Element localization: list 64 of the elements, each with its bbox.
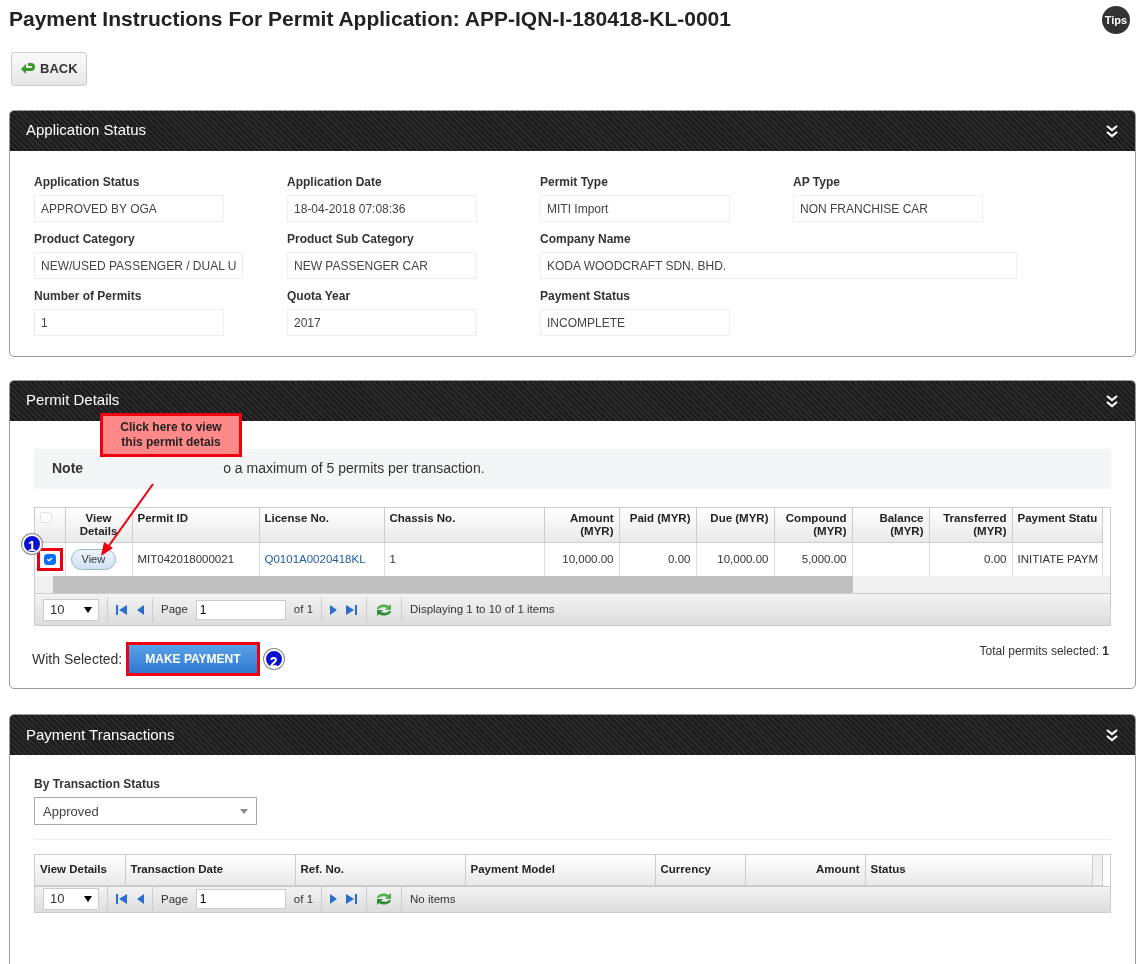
field-value: 18-04-2018 07:08:36 xyxy=(287,194,477,222)
field-value: NON FRANCHISE CAR xyxy=(793,194,983,222)
column-header: Payment Statu xyxy=(1017,511,1098,524)
column-header: Currency xyxy=(655,855,745,886)
page-input[interactable]: 1 xyxy=(195,599,286,620)
page-size-select[interactable]: 10 xyxy=(43,598,99,621)
column-header: Ref. No. xyxy=(295,855,465,886)
field-value: NEW/USED PASSENGER / DUAL U xyxy=(34,251,244,279)
note-label: Note xyxy=(52,459,84,478)
column-header: View Details xyxy=(35,855,125,886)
note-text: o a maximum of 5 permits per transaction. xyxy=(223,459,485,478)
panel-title: Permit Details xyxy=(26,390,120,411)
column-header: Payment Model xyxy=(465,855,655,886)
page-label: Page xyxy=(161,602,188,618)
pager-info: No items xyxy=(410,891,456,907)
column-header: Paid (MYR) xyxy=(629,511,691,524)
page-input[interactable]: 1 xyxy=(195,889,286,910)
field-label: Quota Year xyxy=(287,287,352,305)
step-marker: 2 xyxy=(263,649,284,670)
column-header: View Details xyxy=(79,511,118,537)
column-header: Chassis No. xyxy=(389,511,456,524)
field-value: MITI Import xyxy=(540,194,730,222)
field-label: Payment Status xyxy=(540,287,632,305)
column-header: Balance (MYR) xyxy=(879,511,924,537)
column-header: Transferred (MYR) xyxy=(943,511,1007,537)
pager-info: Displaying 1 to 10 of 1 items xyxy=(410,602,555,618)
column-header: Permit ID xyxy=(137,511,188,524)
field-label: AP Type xyxy=(793,173,841,191)
column-header: Compound (MYR) xyxy=(785,511,847,537)
field-label: Permit Type xyxy=(540,173,609,191)
with-selected-label: With Selected: xyxy=(32,649,123,669)
view-button[interactable]: View xyxy=(70,549,117,570)
page-title: Payment Instructions For Permit Application: APP-IQN-I-180418-KL-0001 xyxy=(9,6,731,32)
field-label: Application Status xyxy=(34,173,141,191)
field-value: KODA WOODCRAFT SDN. BHD. xyxy=(540,251,1017,279)
field-value: 1 xyxy=(34,308,224,336)
callout-note: Click here to view this permit detais xyxy=(100,412,242,457)
page-count: of 1 xyxy=(293,891,314,907)
field-label: Product Category xyxy=(34,230,136,248)
field-value: 2017 xyxy=(287,308,477,336)
field-label: Application Date xyxy=(287,173,383,191)
back-button[interactable]: BACK xyxy=(11,52,87,86)
filter-label: By Transaction Status xyxy=(34,776,162,794)
field-value: APPROVED BY OGA xyxy=(34,194,224,222)
page-size-select[interactable]: 10 xyxy=(43,888,99,911)
total-selected-text: Total permits selected: 1 xyxy=(979,643,1109,661)
step-marker: 1 xyxy=(22,533,42,554)
status-select[interactable]: Approved xyxy=(34,797,257,826)
column-header: Amount (MYR) xyxy=(570,511,614,537)
field-value: NEW PASSENGER CAR xyxy=(287,251,477,279)
field-label: Company Name xyxy=(540,230,632,248)
tips-button[interactable]: Tips xyxy=(1102,6,1130,34)
field-label: Number of Permits xyxy=(34,287,143,305)
field-label: Product Sub Category xyxy=(287,230,415,248)
page-label: Page xyxy=(161,891,188,907)
panel-title: Payment Transactions xyxy=(26,725,175,746)
column-header: Amount xyxy=(745,855,865,886)
column-header: Status xyxy=(865,855,1092,886)
column-header: Due (MYR) xyxy=(710,511,769,524)
column-header: License No. xyxy=(264,511,330,524)
field-value: INCOMPLETE xyxy=(540,308,730,336)
panel-title: Application Status xyxy=(26,120,147,141)
page-count: of 1 xyxy=(293,602,314,618)
column-header: Transaction Date xyxy=(125,855,295,886)
